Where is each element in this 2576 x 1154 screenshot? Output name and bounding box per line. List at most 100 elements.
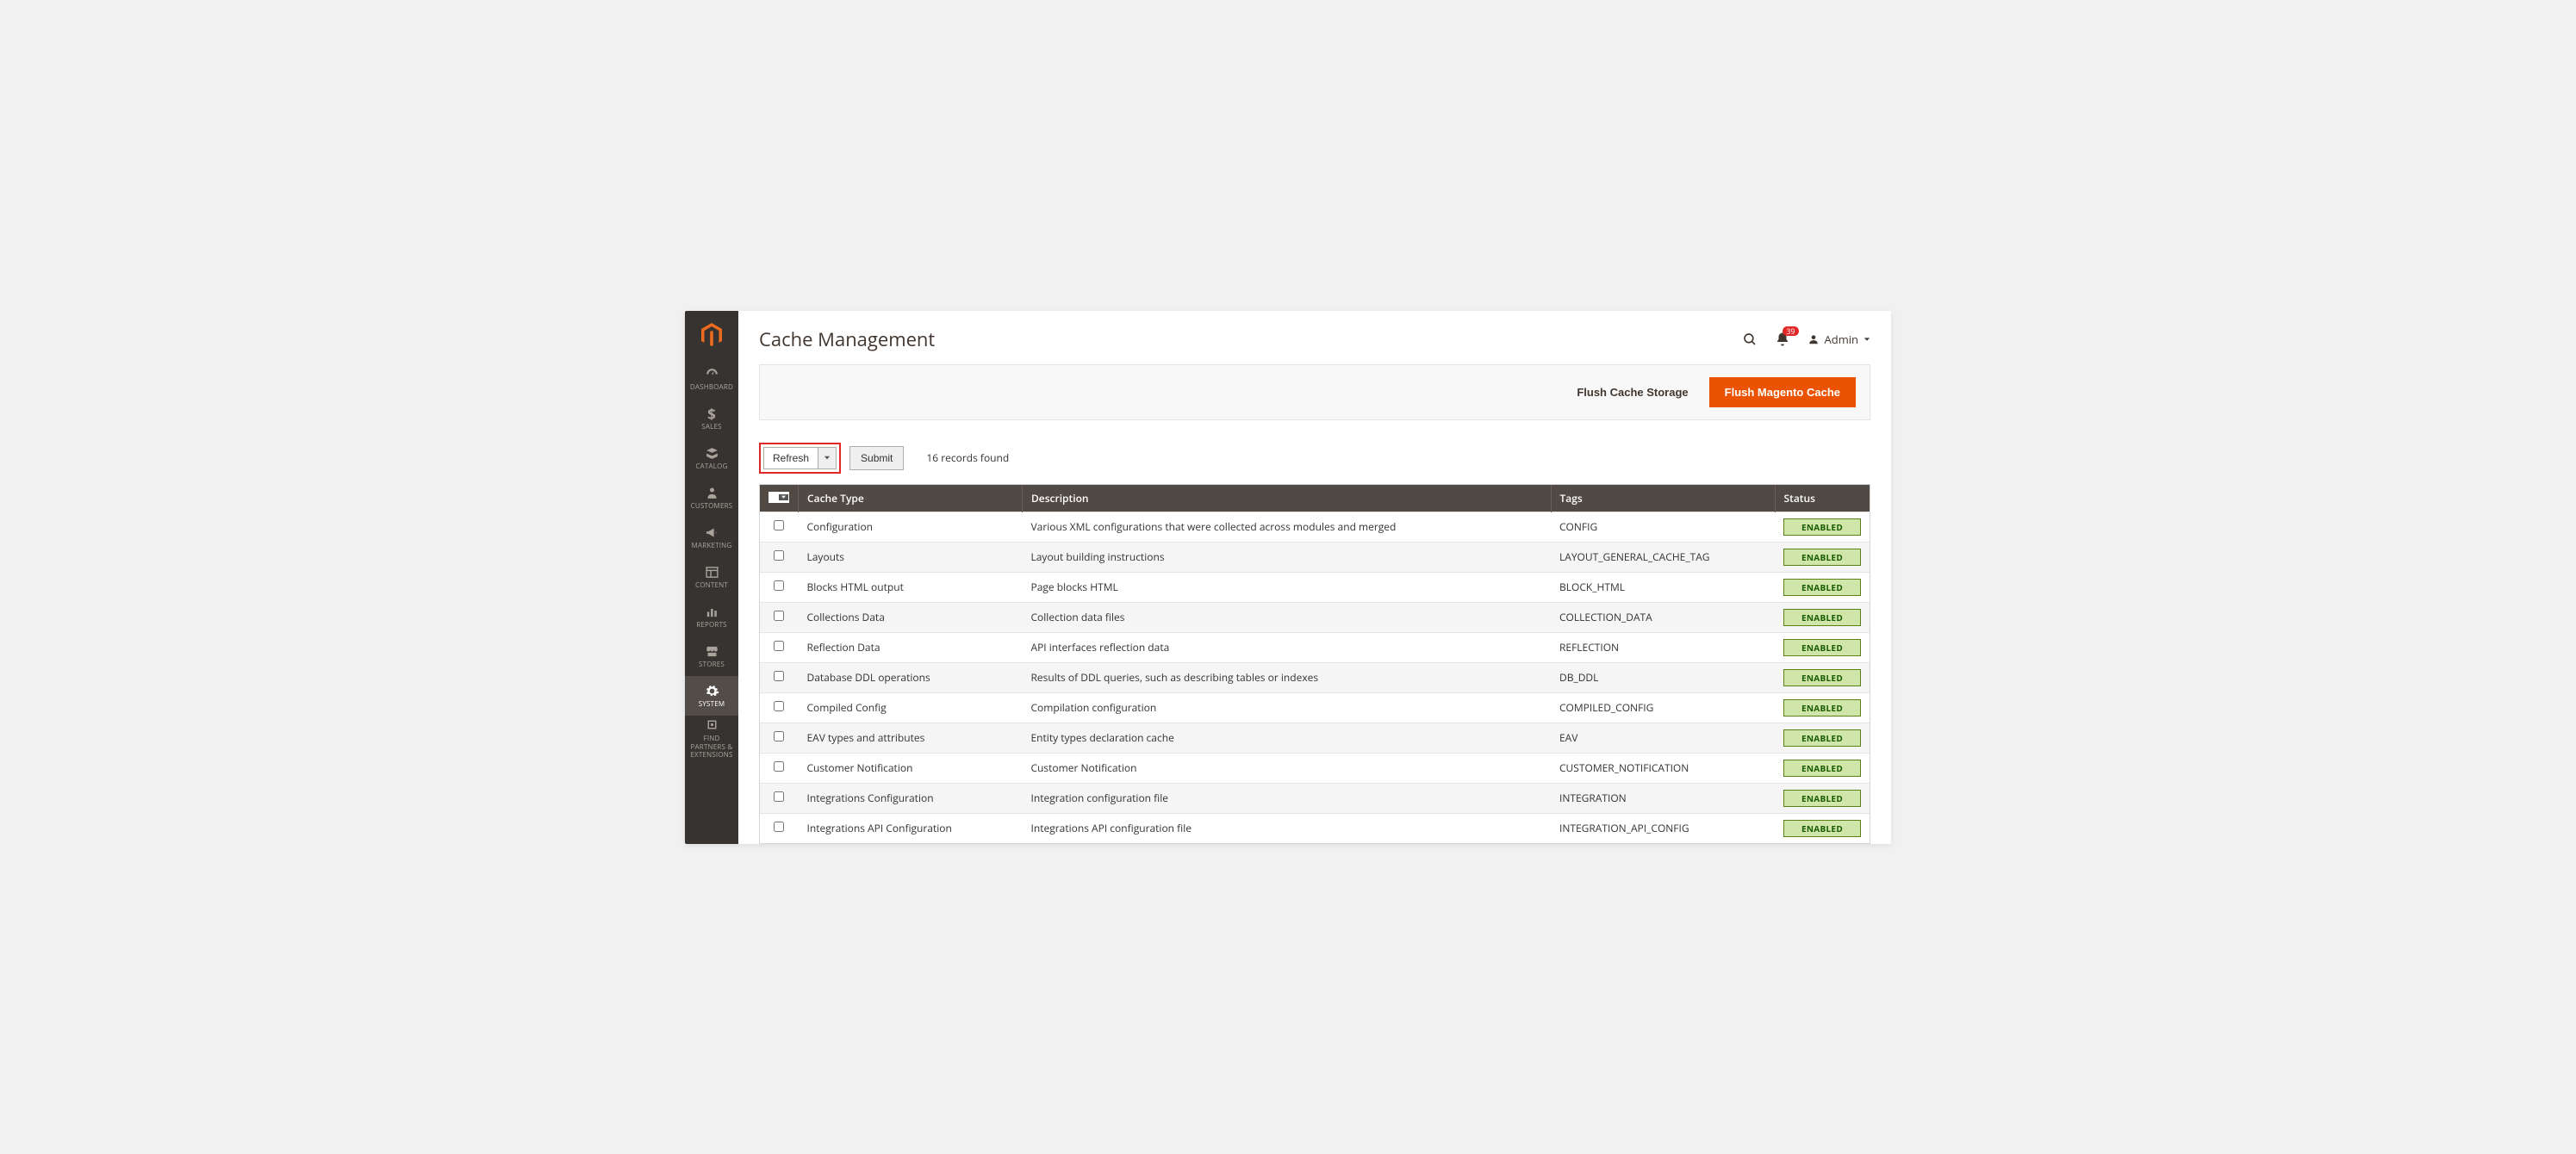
search-icon[interactable]: [1742, 332, 1758, 347]
col-header-status[interactable]: Status: [1775, 485, 1870, 512]
nav-item-customers[interactable]: CUSTOMERS: [685, 478, 738, 518]
cell-status: ENABLED: [1775, 542, 1870, 572]
cell-status: ENABLED: [1775, 783, 1870, 813]
flush-cache-storage-button[interactable]: Flush Cache Storage: [1563, 377, 1702, 407]
cell-cache-type: Layouts: [799, 542, 1023, 572]
cell-description: Results of DDL queries, such as describi…: [1023, 662, 1552, 692]
nav-item-sales[interactable]: $SALES: [685, 399, 738, 438]
nav-label: FIND PARTNERS & EXTENSIONS: [688, 735, 735, 760]
status-badge: ENABLED: [1783, 790, 1861, 807]
cell-cache-type: Compiled Config: [799, 692, 1023, 723]
table-row: LayoutsLayout building instructionsLAYOU…: [760, 542, 1870, 572]
notifications-icon[interactable]: 39: [1775, 332, 1790, 347]
row-select-cell: [760, 572, 799, 602]
row-checkbox[interactable]: [774, 701, 784, 711]
nav-label: CONTENT: [695, 582, 728, 589]
cell-description: Integration configuration file: [1023, 783, 1552, 813]
cache-table: Cache Type Description Tags Status Confi…: [759, 484, 1870, 844]
cell-cache-type: Reflection Data: [799, 632, 1023, 662]
col-header-tags[interactable]: Tags: [1551, 485, 1775, 512]
table-row: Integrations ConfigurationIntegration co…: [760, 783, 1870, 813]
cell-tags: COLLECTION_DATA: [1551, 602, 1775, 632]
row-checkbox[interactable]: [774, 611, 784, 621]
nav-item-stores[interactable]: STORES: [685, 636, 738, 676]
nav-label: STORES: [699, 661, 725, 668]
cell-tags: COMPILED_CONFIG: [1551, 692, 1775, 723]
records-found-label: 16 records found: [926, 450, 1009, 465]
grid-toolbar: Refresh Submit 16 records found: [738, 420, 1891, 484]
cell-tags: LAYOUT_GENERAL_CACHE_TAG: [1551, 542, 1775, 572]
nav-item-marketing[interactable]: MARKETING: [685, 518, 738, 557]
marketing-icon: [705, 525, 719, 540]
cell-description: Entity types declaration cache: [1023, 723, 1552, 753]
mass-action-dropdown-toggle[interactable]: [818, 447, 837, 469]
nav-label: SYSTEM: [699, 701, 725, 708]
cell-cache-type: Database DDL operations: [799, 662, 1023, 692]
nav-label: REPORTS: [696, 622, 727, 629]
row-checkbox[interactable]: [774, 550, 784, 561]
cell-tags: EAV: [1551, 723, 1775, 753]
magento-logo[interactable]: [685, 311, 738, 359]
admin-label: Admin: [1825, 332, 1858, 347]
nav-item-system[interactable]: SYSTEM: [685, 676, 738, 716]
row-checkbox[interactable]: [774, 520, 784, 530]
nav-label: CATALOG: [695, 463, 727, 470]
row-select-cell: [760, 542, 799, 572]
table-row: Database DDL operationsResults of DDL qu…: [760, 662, 1870, 692]
nav-label: MARKETING: [692, 543, 732, 549]
status-badge: ENABLED: [1783, 609, 1861, 626]
cell-status: ENABLED: [1775, 753, 1870, 783]
nav-item-catalog[interactable]: CATALOG: [685, 438, 738, 478]
row-checkbox[interactable]: [774, 731, 784, 741]
cell-tags: BLOCK_HTML: [1551, 572, 1775, 602]
row-select-cell: [760, 783, 799, 813]
nav-item-partners[interactable]: FIND PARTNERS & EXTENSIONS: [685, 716, 738, 762]
row-checkbox[interactable]: [774, 761, 784, 772]
content-icon: [705, 565, 719, 580]
cell-description: Layout building instructions: [1023, 542, 1552, 572]
cell-cache-type: Collections Data: [799, 602, 1023, 632]
cell-status: ENABLED: [1775, 813, 1870, 843]
page-title: Cache Management: [759, 326, 935, 352]
row-checkbox[interactable]: [774, 641, 784, 651]
catalog-icon: [705, 446, 719, 461]
cell-description: Compilation configuration: [1023, 692, 1552, 723]
row-select-cell: [760, 632, 799, 662]
row-select-cell: [760, 512, 799, 542]
cell-cache-type: Blocks HTML output: [799, 572, 1023, 602]
select-all-checkbox[interactable]: [768, 492, 789, 503]
table-row: Compiled ConfigCompilation configuration…: [760, 692, 1870, 723]
cell-description: Page blocks HTML: [1023, 572, 1552, 602]
row-checkbox[interactable]: [774, 791, 784, 802]
customers-icon: [705, 486, 719, 500]
status-badge: ENABLED: [1783, 669, 1861, 686]
nav-item-reports[interactable]: REPORTS: [685, 597, 738, 636]
nav-item-dashboard[interactable]: DASHBOARD: [685, 359, 738, 399]
admin-account-dropdown[interactable]: Admin: [1808, 332, 1870, 347]
col-header-description[interactable]: Description: [1023, 485, 1552, 512]
cell-description: Collection data files: [1023, 602, 1552, 632]
page-header: Cache Management 39 Admin: [738, 311, 1891, 364]
row-checkbox[interactable]: [774, 671, 784, 681]
col-header-cache-type[interactable]: Cache Type: [799, 485, 1023, 512]
row-select-cell: [760, 753, 799, 783]
status-badge: ENABLED: [1783, 639, 1861, 656]
cell-status: ENABLED: [1775, 512, 1870, 542]
system-icon: [705, 684, 719, 698]
table-row: Blocks HTML outputPage blocks HTMLBLOCK_…: [760, 572, 1870, 602]
row-select-cell: [760, 692, 799, 723]
cell-status: ENABLED: [1775, 692, 1870, 723]
cell-tags: INTEGRATION: [1551, 783, 1775, 813]
row-checkbox[interactable]: [774, 580, 784, 591]
cell-description: Various XML configurations that were col…: [1023, 512, 1552, 542]
nav-item-content[interactable]: CONTENT: [685, 557, 738, 597]
stores-icon: [705, 644, 719, 659]
mass-action-select[interactable]: Refresh: [763, 447, 818, 469]
row-checkbox[interactable]: [774, 822, 784, 832]
cell-cache-type: Integrations Configuration: [799, 783, 1023, 813]
cell-status: ENABLED: [1775, 662, 1870, 692]
submit-button[interactable]: Submit: [849, 446, 904, 470]
flush-magento-cache-button[interactable]: Flush Magento Cache: [1709, 377, 1856, 407]
partners-icon: [705, 717, 719, 732]
main-content: Cache Management 39 Admin Flush Cache St…: [738, 311, 1891, 844]
